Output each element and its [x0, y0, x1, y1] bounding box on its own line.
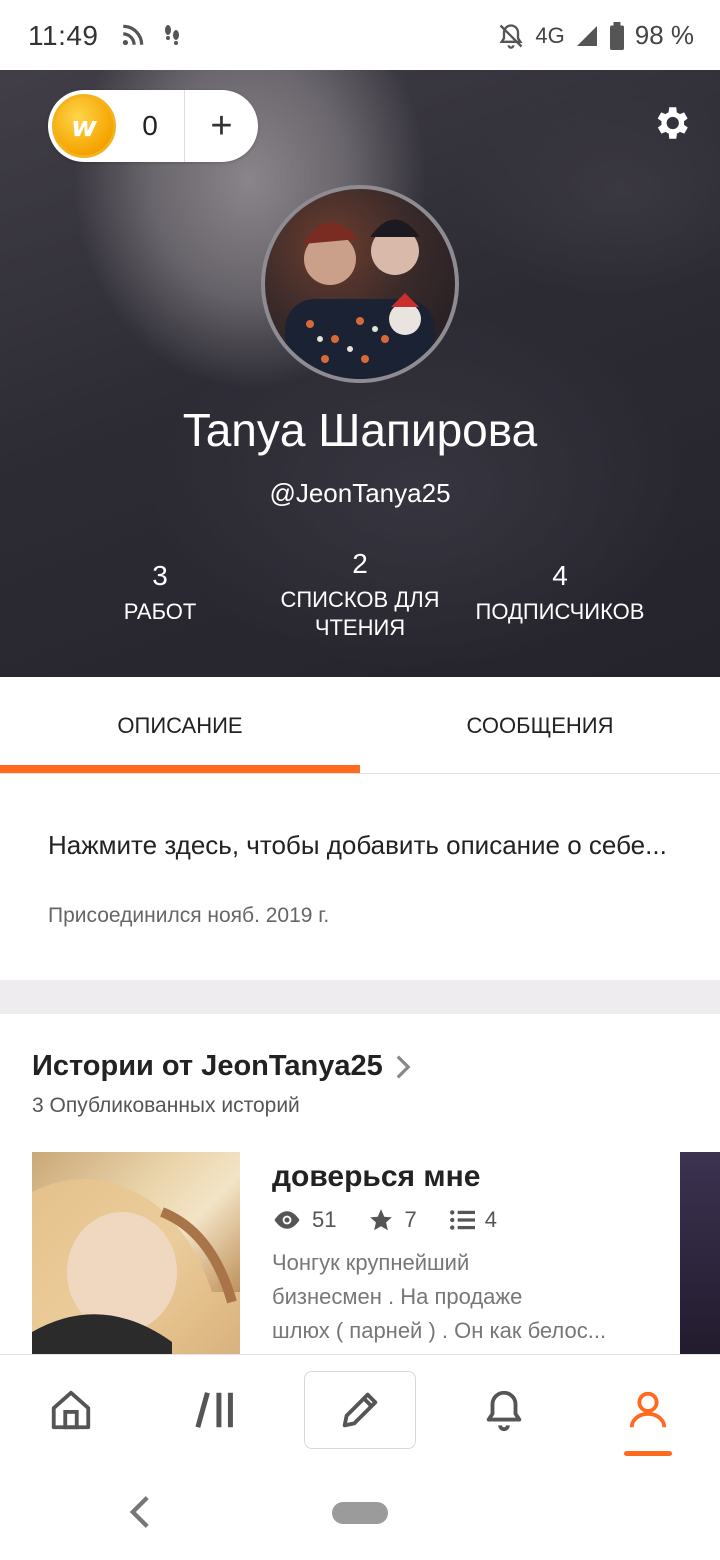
- story-stats: 51 7 4: [272, 1207, 497, 1233]
- back-icon[interactable]: [126, 1494, 154, 1530]
- bottom-navigation: [0, 1354, 720, 1464]
- nav-library[interactable]: [162, 1355, 272, 1465]
- story-views: 51: [312, 1207, 337, 1232]
- stories-count: 3 Опубликованных историй: [32, 1094, 300, 1117]
- tab-about[interactable]: ОПИСАНИЕ: [0, 677, 360, 774]
- signal-icon: [576, 25, 597, 46]
- stories-title: Истории от JeonTanya25: [32, 1050, 383, 1082]
- network-type: 4G: [535, 22, 565, 48]
- status-bar: 11:49 4G 98 %: [0, 0, 720, 70]
- system-navigation: [0, 1464, 720, 1560]
- status-time: 11:49: [28, 20, 99, 51]
- list-icon: [449, 1210, 475, 1230]
- stat-reading-lists[interactable]: 2 СПИСКОВ ДЛЯ ЧТЕНИЯ: [260, 548, 460, 642]
- add-coins-button[interactable]: +: [185, 90, 258, 162]
- rss-icon: [122, 24, 144, 46]
- nav-notifications[interactable]: [449, 1355, 559, 1465]
- coin-icon: w: [52, 94, 116, 158]
- gear-icon[interactable]: [650, 102, 692, 144]
- display-name: Tanya Шапирова: [182, 404, 538, 456]
- story-parts: 4: [484, 1207, 497, 1232]
- notifications-icon: [486, 1390, 522, 1432]
- profile-tabs: ОПИСАНИЕ СООБЩЕНИЯ: [0, 677, 720, 774]
- home-icon: [51, 1390, 91, 1430]
- username: @JeonTanya25: [269, 478, 451, 508]
- add-description-prompt[interactable]: Нажмите здесь, чтобы добавить описание о…: [48, 824, 668, 866]
- home-pill[interactable]: [332, 1502, 388, 1524]
- library-icon: [195, 1392, 233, 1428]
- tab-active-indicator: [0, 765, 360, 773]
- stat-followers-value: 4: [552, 560, 568, 591]
- stat-followers[interactable]: 4 ПОДПИСЧИКОВ: [460, 560, 660, 626]
- battery-icon: [609, 21, 624, 50]
- nav-home[interactable]: [16, 1355, 126, 1465]
- stat-reading-lists-value: 2: [352, 548, 368, 579]
- story-title[interactable]: доверься мне: [272, 1160, 480, 1194]
- stories-header[interactable]: Истории от JeonTanya25: [32, 1050, 411, 1083]
- stat-works-value: 3: [152, 560, 168, 591]
- stories-section: Истории от JeonTanya25 3 Опубликованных …: [0, 1014, 720, 1354]
- story-description-line: Чонгук крупнейший: [272, 1250, 470, 1275]
- bell-off-icon: [499, 23, 523, 49]
- eye-icon: [274, 1211, 300, 1229]
- stat-followers-label: ПОДПИСЧИКОВ: [475, 599, 645, 624]
- nav-write[interactable]: [304, 1371, 416, 1449]
- story-cover[interactable]: [32, 1152, 240, 1354]
- story-votes: 7: [404, 1207, 417, 1232]
- joined-date: Присоединился нояб. 2019 г.: [48, 904, 330, 927]
- stat-works-label: РАБОТ: [123, 599, 197, 624]
- next-story-cover[interactable]: [680, 1152, 720, 1354]
- star-icon: [370, 1209, 393, 1231]
- footsteps-icon: [165, 25, 179, 45]
- stat-reading-lists-label: СПИСКОВ ДЛЯ ЧТЕНИЯ: [280, 587, 440, 640]
- write-icon: [342, 1392, 378, 1428]
- stat-works[interactable]: 3 РАБОТ: [60, 560, 260, 626]
- avatar[interactable]: [261, 185, 459, 383]
- section-divider: [0, 980, 720, 1014]
- chevron-right-icon: [396, 1054, 411, 1079]
- nav-active-indicator: [624, 1451, 672, 1456]
- tab-messages[interactable]: СООБЩЕНИЯ: [360, 677, 720, 774]
- profile-icon: [629, 1391, 667, 1428]
- coin-balance[interactable]: w 0 +: [48, 90, 258, 162]
- story-description: Чонгук крупнейший бизнесмен . На продаже…: [272, 1246, 642, 1348]
- battery-level: 98 %: [634, 20, 694, 50]
- about-section: Нажмите здесь, чтобы добавить описание о…: [0, 774, 720, 980]
- nav-profile[interactable]: [593, 1355, 703, 1465]
- profile-header: w 0 + Tanya Шапирова @JeonTanya25 3 РАБО…: [0, 70, 720, 677]
- coin-count: 0: [142, 110, 158, 141]
- story-description-line: бизнесмен . На продаже: [272, 1284, 523, 1309]
- story-description-line: шлюх ( парней ) . Он как белос...: [272, 1318, 607, 1343]
